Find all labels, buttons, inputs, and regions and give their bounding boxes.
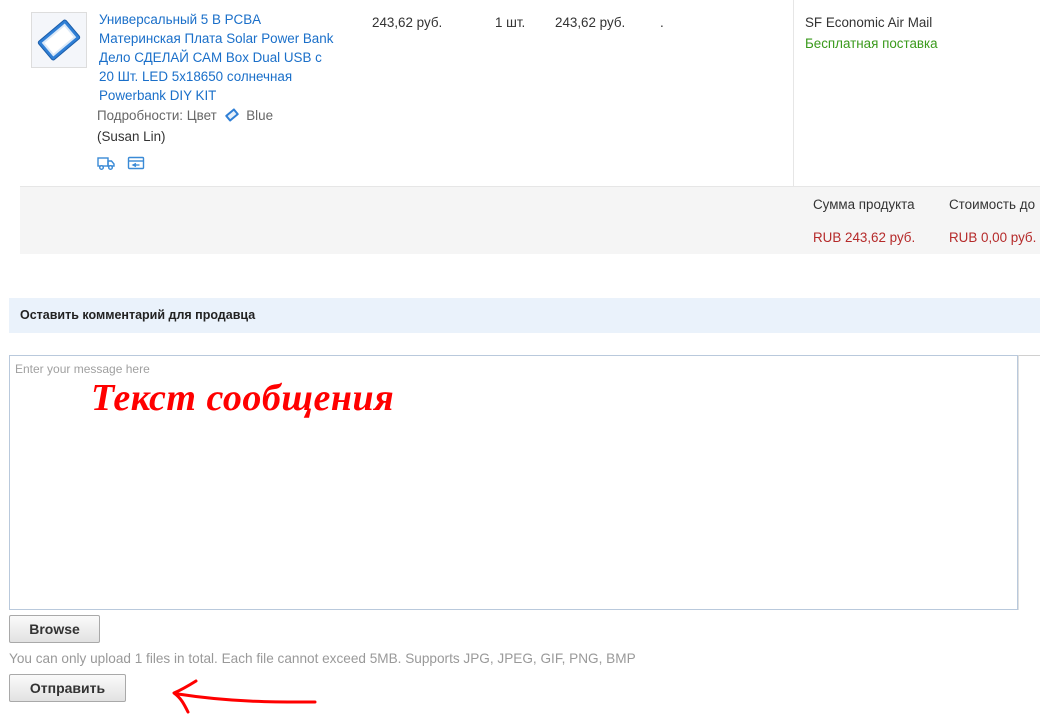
message-box-edge — [1018, 355, 1040, 610]
quantity: 1 шт. — [495, 15, 526, 30]
seller-name: (Susan Lin) — [97, 129, 166, 144]
shipping-cost: Бесплатная поставка — [805, 36, 938, 51]
product-title-link[interactable]: Универсальный 5 В PCBA Материнская Плата… — [99, 10, 339, 105]
card-icon[interactable] — [127, 155, 145, 171]
annotation-text: Текст сообщения — [91, 377, 395, 419]
color-label: Цвет — [186, 108, 217, 123]
image-icon — [32, 13, 86, 67]
order-item-row: Универсальный 5 В PCBA Материнская Плата… — [20, 0, 1040, 187]
shipping-column: SF Economic Air Mail Бесплатная поставка — [793, 0, 1040, 186]
shipping-cost-label: Стоимость до — [949, 197, 1036, 212]
browse-button[interactable]: Browse — [9, 615, 100, 643]
red-arrow-annotation — [172, 679, 317, 714]
status-dot: . — [660, 15, 664, 30]
unit-price: 243,62 руб. — [372, 15, 443, 30]
line-total: 243,62 руб. — [555, 15, 626, 30]
details-label: Подробности: — [97, 108, 184, 123]
product-sum-value: RUB 243,62 руб. — [813, 230, 916, 245]
color-swatch-icon — [224, 107, 240, 123]
upload-hint: You can only upload 1 files in total. Ea… — [9, 651, 636, 666]
truck-icon[interactable] — [97, 155, 115, 171]
item-action-icons — [97, 155, 153, 173]
product-thumbnail[interactable] — [31, 12, 87, 68]
shipping-method: SF Economic Air Mail — [805, 15, 933, 30]
send-button[interactable]: Отправить — [9, 674, 126, 702]
order-summary: Сумма продукта RUB 243,62 руб. Стоимость… — [20, 187, 1040, 254]
product-sum-label: Сумма продукта — [813, 197, 915, 212]
shipping-cost-value: RUB 0,00 руб. — [949, 230, 1037, 245]
color-value: Blue — [246, 108, 274, 123]
comment-section-heading: Оставить комментарий для продавца — [9, 298, 1040, 333]
product-details: Подробности: Цвет Blue (Susan Lin) — [97, 105, 317, 147]
